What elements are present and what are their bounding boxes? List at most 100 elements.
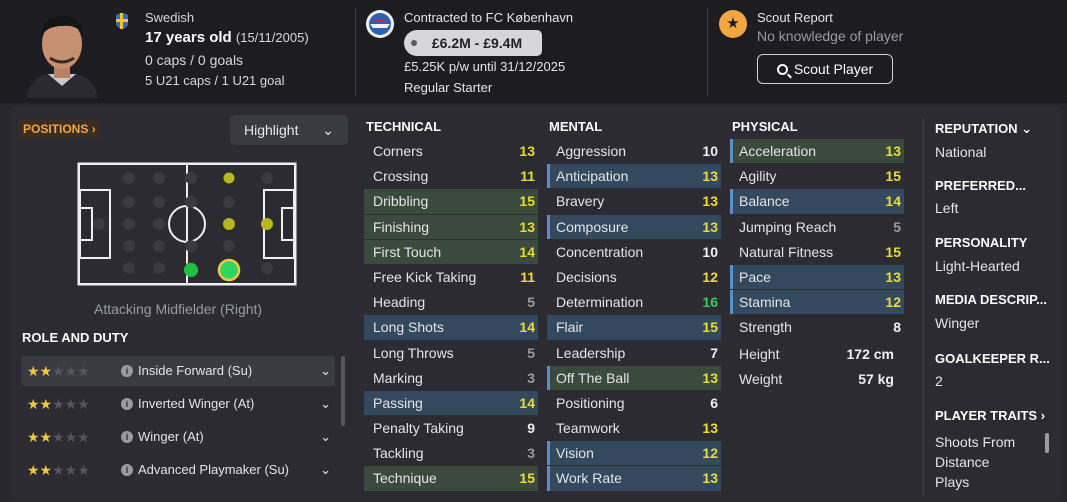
attribute-name: First Touch	[373, 243, 442, 260]
role-row[interactable]: ★★★★★ i Inside Forward (Su) ⌄	[21, 356, 335, 386]
attribute-row[interactable]: Balance 14	[730, 189, 904, 214]
attribute-row[interactable]: Marking 3	[364, 366, 538, 390]
attribute-row[interactable]: Passing 14	[364, 390, 538, 416]
role-row[interactable]: ★★★★★ i Winger (At) ⌄	[21, 422, 335, 452]
role-star-rating: ★★★★★	[27, 363, 90, 379]
position-dot-aml	[222, 171, 236, 185]
scout-button-label: Scout Player	[793, 61, 874, 77]
attribute-value: 13	[702, 420, 718, 437]
search-icon	[776, 64, 788, 75]
attribute-row[interactable]: Long Throws 5	[364, 341, 538, 365]
attribute-row[interactable]: Dribbling 15	[364, 189, 538, 214]
attribute-row[interactable]: Teamwork 13	[547, 416, 721, 440]
attribute-name: Marking	[373, 369, 423, 386]
height-row: Height 172 cm	[730, 342, 904, 367]
attribute-name: Free Kick Taking	[373, 268, 477, 285]
attribute-name: Dribbling	[373, 193, 429, 210]
attribute-row[interactable]: Off The Ball 13	[547, 365, 721, 391]
physical-heading: PHYSICAL	[732, 119, 798, 134]
attribute-row[interactable]: Vision 12	[547, 441, 721, 466]
goalkeeper-rating-value: 2	[935, 373, 943, 389]
role-name: Inverted Winger (At)	[138, 396, 255, 411]
transfer-value-tag[interactable]: £6.2M - £9.4M	[404, 30, 542, 56]
chevron-down-icon[interactable]: ⌄	[320, 389, 331, 419]
roles-scrollbar[interactable]	[341, 356, 345, 426]
weight-label: Weight	[739, 370, 783, 387]
attribute-value: 9	[527, 420, 535, 437]
positions-link[interactable]: POSITIONS ›	[19, 120, 100, 138]
reputation-block[interactable]: REPUTATION ⌄ National	[935, 121, 1032, 162]
attribute-row[interactable]: Work Rate 13	[547, 466, 721, 491]
attribute-value: 11	[520, 268, 535, 285]
attribute-value: 5	[527, 294, 535, 311]
mental-column: MENTAL Aggression 10 Anticipation 13 Brave…	[547, 119, 721, 492]
scout-report-title: Scout Report	[757, 10, 833, 25]
role-star-rating: ★★★★★	[27, 429, 90, 445]
attribute-name: Crossing	[373, 168, 429, 185]
attribute-row[interactable]: Determination 16	[547, 290, 721, 314]
u21-caps: 5 U21 caps / 1 U21 goal	[145, 73, 285, 88]
tag-hole	[411, 40, 417, 46]
role-row[interactable]: ★★★★★ i Inverted Winger (At) ⌄	[21, 389, 335, 419]
attribute-row[interactable]: Free Kick Taking 11	[364, 265, 538, 289]
attribute-value: 3	[527, 445, 535, 462]
attribute-row[interactable]: Long Shots 14	[364, 315, 538, 340]
attribute-row[interactable]: Pace 13	[730, 264, 904, 290]
scout-player-button[interactable]: Scout Player	[757, 54, 893, 84]
attribute-value: 8	[893, 319, 901, 336]
player-traits-block[interactable]: PLAYER TRAITS › Shoots From Distance Pla…	[935, 408, 1045, 492]
traits-scrollbar[interactable]	[1045, 433, 1049, 453]
attribute-name: Concentration	[556, 243, 644, 260]
attribute-row[interactable]: Strength 8	[730, 315, 904, 339]
goalkeeper-rating-title: GOALKEEPER R...	[935, 351, 1050, 366]
attribute-row[interactable]: Bravery 13	[547, 189, 721, 213]
highlight-dropdown[interactable]: Highlight ⌄	[230, 115, 348, 145]
attribute-row[interactable]: Composure 13	[547, 214, 721, 239]
attribute-row[interactable]: First Touch 14	[364, 239, 538, 264]
attribute-value: 13	[519, 143, 535, 159]
attribute-row[interactable]: Acceleration 13	[730, 139, 904, 164]
attribute-row[interactable]: Penalty Taking 9	[364, 416, 538, 440]
attribute-value: 6	[710, 394, 718, 411]
attribute-value: 3	[527, 369, 535, 386]
attribute-row[interactable]: Concentration 10	[547, 240, 721, 264]
attribute-value: 15	[702, 319, 718, 336]
attribute-value: 13	[702, 470, 718, 487]
divider	[923, 118, 924, 496]
attribute-value: 13	[702, 168, 718, 185]
attribute-value: 15	[519, 470, 535, 487]
info-icon[interactable]: i	[121, 365, 133, 377]
attribute-row[interactable]: Stamina 12	[730, 290, 904, 315]
attribute-value: 10	[702, 243, 718, 260]
info-icon[interactable]: i	[121, 464, 133, 476]
attribute-row[interactable]: Corners 13	[364, 139, 538, 163]
attribute-row[interactable]: Anticipation 13	[547, 164, 721, 189]
nationality: Swedish	[145, 10, 195, 25]
attribute-row[interactable]: Natural Fitness 15	[730, 240, 904, 264]
attribute-row[interactable]: Aggression 10	[547, 139, 721, 163]
attribute-row[interactable]: Flair 15	[547, 315, 721, 340]
chevron-down-icon[interactable]: ⌄	[320, 356, 331, 386]
info-icon[interactable]: i	[121, 431, 133, 443]
chevron-down-icon[interactable]: ⌄	[320, 455, 331, 485]
attribute-row[interactable]: Finishing 13	[364, 214, 538, 239]
attribute-value: 13	[702, 193, 718, 210]
attribute-row[interactable]: Decisions 12	[547, 265, 721, 289]
attribute-row[interactable]: Heading 5	[364, 290, 538, 314]
attribute-row[interactable]: Jumping Reach 5	[730, 215, 904, 239]
attribute-row[interactable]: Positioning 6	[547, 391, 721, 415]
info-icon[interactable]: i	[121, 398, 133, 410]
attribute-row[interactable]: Agility 15	[730, 164, 904, 188]
attribute-name: Strength	[739, 319, 792, 336]
chevron-down-icon[interactable]: ⌄	[320, 422, 331, 452]
reputation-title: REPUTATION ⌄	[935, 121, 1032, 137]
position-pitch[interactable]	[77, 162, 297, 286]
preferred-foot-block: PREFERRED... Left	[935, 178, 1026, 218]
attribute-row[interactable]: Leadership 7	[547, 341, 721, 365]
role-row[interactable]: ★★★★★ i Advanced Playmaker (Su) ⌄	[21, 455, 335, 485]
attribute-name: Teamwork	[556, 420, 620, 437]
attribute-row[interactable]: Crossing 11	[364, 164, 538, 188]
attribute-row[interactable]: Tackling 3	[364, 441, 538, 465]
player-age: 17 years old (15/11/2005)	[145, 26, 309, 50]
attribute-row[interactable]: Technique 15	[364, 466, 538, 491]
